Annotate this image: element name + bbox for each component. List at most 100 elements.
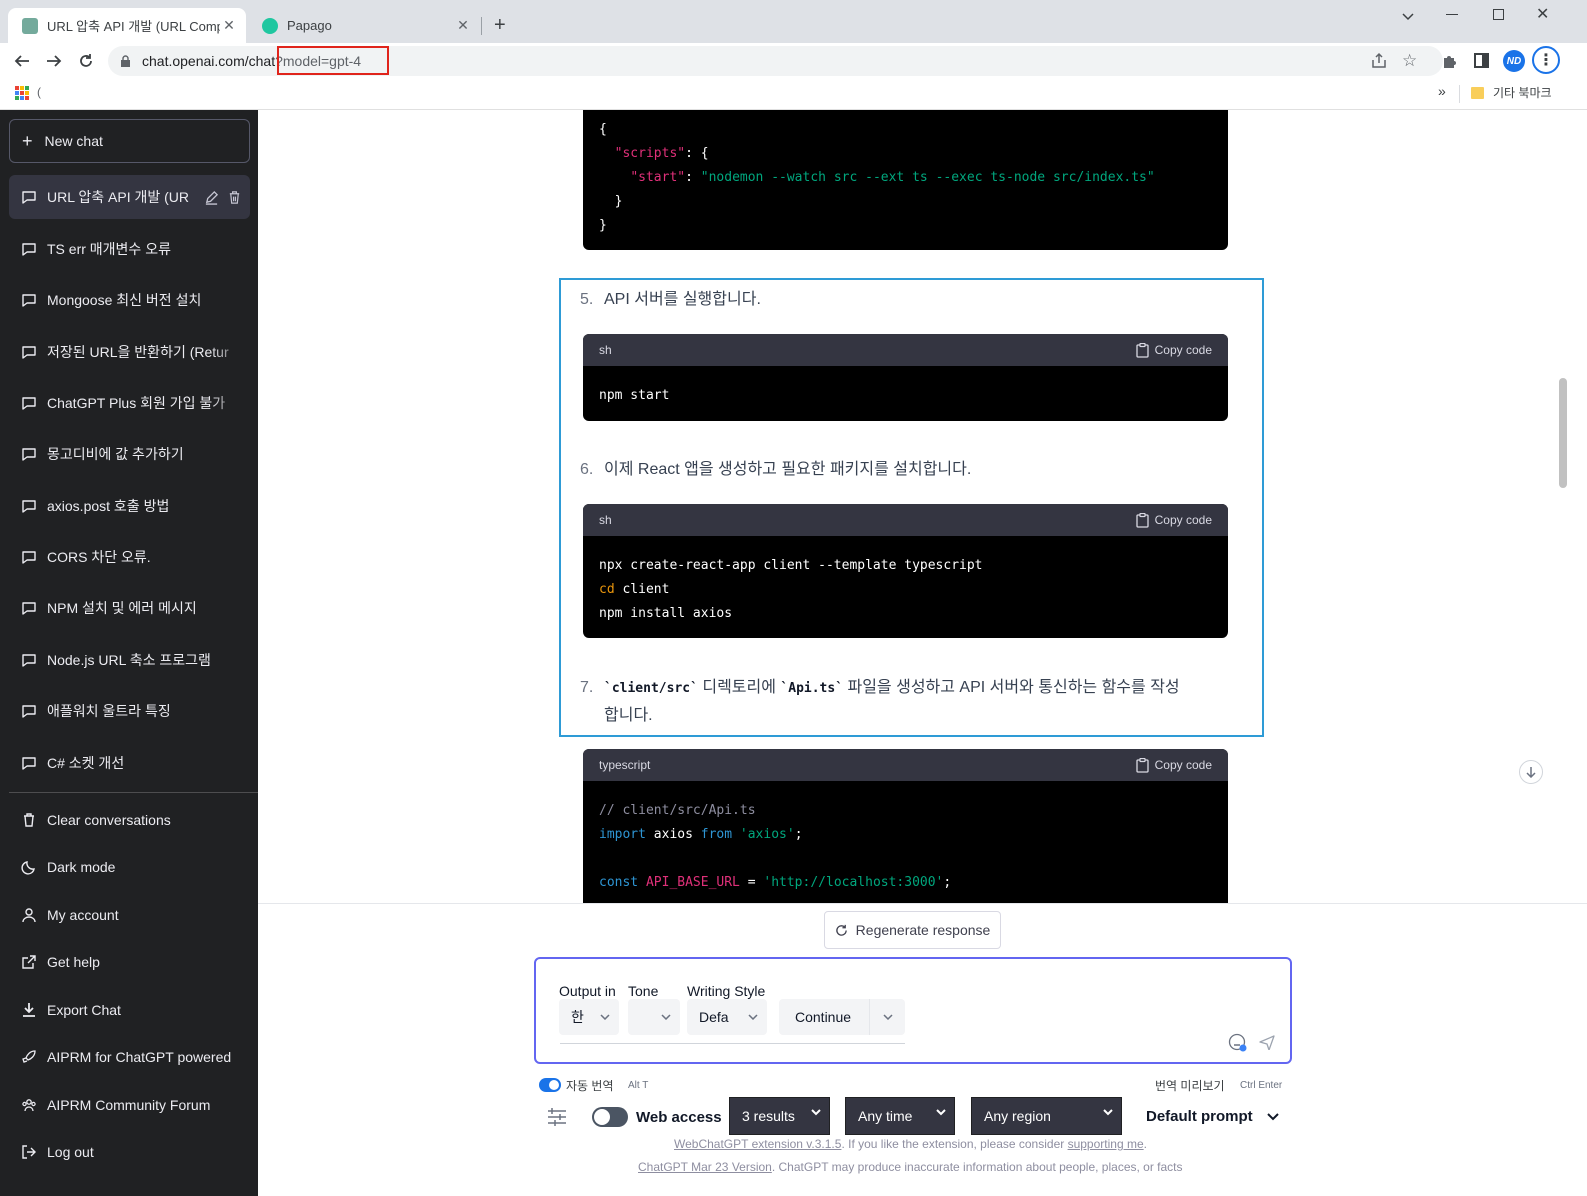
conversation-item[interactable]: axios.post 호출 방법 — [9, 484, 250, 528]
other-bookmarks[interactable]: 기타 북마크 — [1493, 84, 1552, 101]
writing-style-label: Writing Style — [687, 983, 766, 999]
output-language-select[interactable]: 한 — [559, 999, 619, 1035]
trash-icon[interactable] — [227, 190, 242, 205]
code-block-json: { "scripts": { "start": "nodemon --watch… — [583, 110, 1228, 250]
tab-search-icon[interactable] — [1400, 8, 1416, 24]
chevron-down-icon[interactable] — [869, 999, 905, 1035]
export-chat-button[interactable]: Export Chat — [9, 988, 250, 1032]
conversation-item[interactable]: C# 소켓 개선 — [9, 741, 250, 785]
auto-translate-toggle[interactable] — [539, 1078, 561, 1092]
my-account-button[interactable]: My account — [9, 893, 250, 937]
close-tab-icon[interactable]: ✕ — [454, 17, 472, 34]
web-access-toggle[interactable] — [592, 1107, 628, 1127]
conversation-item[interactable]: 몽고디비에 값 추가하기 — [9, 432, 250, 476]
new-tab-icon[interactable]: + — [494, 14, 506, 37]
regenerate-response-button[interactable]: Regenerate response — [824, 911, 1001, 949]
select-value: Defa — [699, 1009, 729, 1025]
continue-label: Continue — [795, 1009, 852, 1025]
tab-title: Papago — [287, 18, 332, 33]
extension-link[interactable]: WebChatGPT extension v.3.1.5 — [674, 1137, 841, 1151]
conversation-item[interactable]: NPM 설치 및 에러 메시지 — [9, 586, 250, 630]
close-window-icon[interactable]: ✕ — [1536, 4, 1549, 24]
copy-code-label: Copy code — [1154, 758, 1212, 772]
tab-papago[interactable]: Papago ✕ — [248, 8, 480, 43]
tab-chatgpt[interactable]: URL 압축 API 개발 (URL Compre ✕ — [8, 8, 246, 43]
share-icon[interactable] — [1370, 52, 1388, 70]
reload-icon[interactable] — [74, 49, 98, 73]
tone-select[interactable] — [628, 999, 680, 1035]
settings-sliders-icon[interactable] — [546, 1107, 568, 1127]
profile-avatar[interactable]: ND — [1503, 50, 1525, 72]
aiprm-forum-link[interactable]: AIPRM Community Forum — [9, 1083, 250, 1127]
logout-icon — [22, 1145, 36, 1159]
conversation-label: 애플워치 울트라 특징 — [47, 703, 171, 719]
translation-preview-button[interactable]: 번역 미리보기 — [1155, 1077, 1225, 1094]
footer-label: Export Chat — [47, 1002, 121, 1018]
conversation-item[interactable]: Mongoose 최신 버전 설치 — [9, 278, 250, 322]
apps-grid-icon[interactable] — [15, 86, 29, 100]
get-help-button[interactable]: Get help — [9, 940, 250, 984]
conversation-item[interactable]: 애플워치 울트라 특징 — [9, 689, 250, 733]
version-link[interactable]: ChatGPT Mar 23 Version — [638, 1160, 772, 1174]
conversation-label: Mongoose 최신 버전 설치 — [47, 292, 202, 308]
new-chat-button[interactable]: + New chat — [9, 119, 250, 163]
browser-menu-icon[interactable]: ⋮ — [1532, 46, 1560, 74]
conversation-item[interactable]: ChatGPT Plus 회원 가입 불가 — [9, 381, 250, 425]
footer-label: Get help — [47, 954, 100, 970]
send-icon[interactable] — [1259, 1034, 1275, 1050]
close-tab-icon[interactable]: ✕ — [220, 17, 238, 34]
edit-icon[interactable] — [204, 190, 219, 205]
bookmark-star-icon[interactable]: ☆ — [1402, 51, 1417, 71]
minimize-icon[interactable] — [1446, 14, 1458, 15]
results-dropdown[interactable]: 3 results — [729, 1097, 830, 1135]
copy-code-button[interactable]: Copy code — [1135, 757, 1212, 773]
scroll-to-bottom-button[interactable] — [1519, 760, 1543, 784]
more-bookmarks-icon[interactable]: » — [1438, 83, 1446, 99]
extensions-icon[interactable] — [1441, 52, 1459, 70]
log-out-button[interactable]: Log out — [9, 1130, 250, 1174]
support-link[interactable]: supporting me — [1068, 1137, 1144, 1151]
url-highlight-box — [277, 46, 389, 75]
dropdown-value: Any region — [984, 1108, 1051, 1124]
chevron-down-icon — [591, 1014, 619, 1020]
conversation-label: C# 소켓 개선 — [47, 755, 125, 771]
conversation-label: 몽고디비에 값 추가하기 — [47, 446, 184, 462]
conversation-item[interactable]: TS err 매개변수 오류 — [9, 227, 250, 271]
footer-label: Log out — [47, 1144, 94, 1160]
writing-style-select[interactable]: Defa — [687, 999, 767, 1035]
side-panel-icon[interactable] — [1474, 53, 1489, 68]
conversation-item-active[interactable]: URL 압축 API 개발 (UR — [9, 175, 250, 219]
code-content: { "scripts": { "start": "nodemon --watch… — [599, 122, 1155, 233]
web-access-label: Web access — [636, 1109, 722, 1126]
folder-icon — [1471, 87, 1484, 99]
time-dropdown[interactable]: Any time — [845, 1097, 955, 1135]
user-icon — [22, 908, 36, 923]
browser-toolbar: chat.openai.com/chat?model=gpt-4 ☆ ND ⋮ — [0, 43, 1587, 78]
dark-mode-button[interactable]: Dark mode — [9, 845, 250, 889]
chat-bubble-icon — [22, 448, 36, 461]
scrollbar-thumb[interactable] — [1559, 378, 1567, 488]
chat-bubble-icon — [22, 705, 36, 718]
aiprm-powered-link[interactable]: AIPRM for ChatGPT powered — [9, 1035, 250, 1079]
maximize-icon[interactable] — [1493, 9, 1504, 20]
tab-separator — [481, 17, 482, 35]
conversation-item[interactable]: 저장된 URL을 반환하기 (Retur — [9, 330, 250, 374]
clear-conversations-button[interactable]: Clear conversations — [9, 798, 250, 842]
default-prompt-dropdown[interactable]: Default prompt — [1146, 1108, 1279, 1125]
lock-icon[interactable] — [120, 55, 131, 68]
bookmark-item[interactable]: ( — [37, 85, 41, 99]
conversation-item[interactable]: CORS 차단 오류. — [9, 535, 250, 579]
continue-button[interactable]: Continue — [779, 999, 905, 1035]
prompt-box[interactable]: Output in Tone Writing Style 한 Defa Cont… — [534, 957, 1292, 1064]
chat-bubble-icon — [22, 757, 36, 770]
papago-favicon-icon — [262, 17, 278, 34]
conversation-item[interactable]: Node.js URL 축소 프로그램 — [9, 638, 250, 682]
forward-icon[interactable] — [42, 49, 66, 73]
tone-label: Tone — [628, 983, 659, 999]
grammar-icon[interactable] — [1228, 1033, 1248, 1053]
back-icon[interactable] — [10, 49, 34, 73]
conversation-label: Node.js URL 축소 프로그램 — [47, 652, 211, 668]
region-dropdown[interactable]: Any region — [971, 1097, 1122, 1135]
chat-bubble-icon — [22, 294, 36, 307]
footer-label: Dark mode — [47, 859, 116, 875]
